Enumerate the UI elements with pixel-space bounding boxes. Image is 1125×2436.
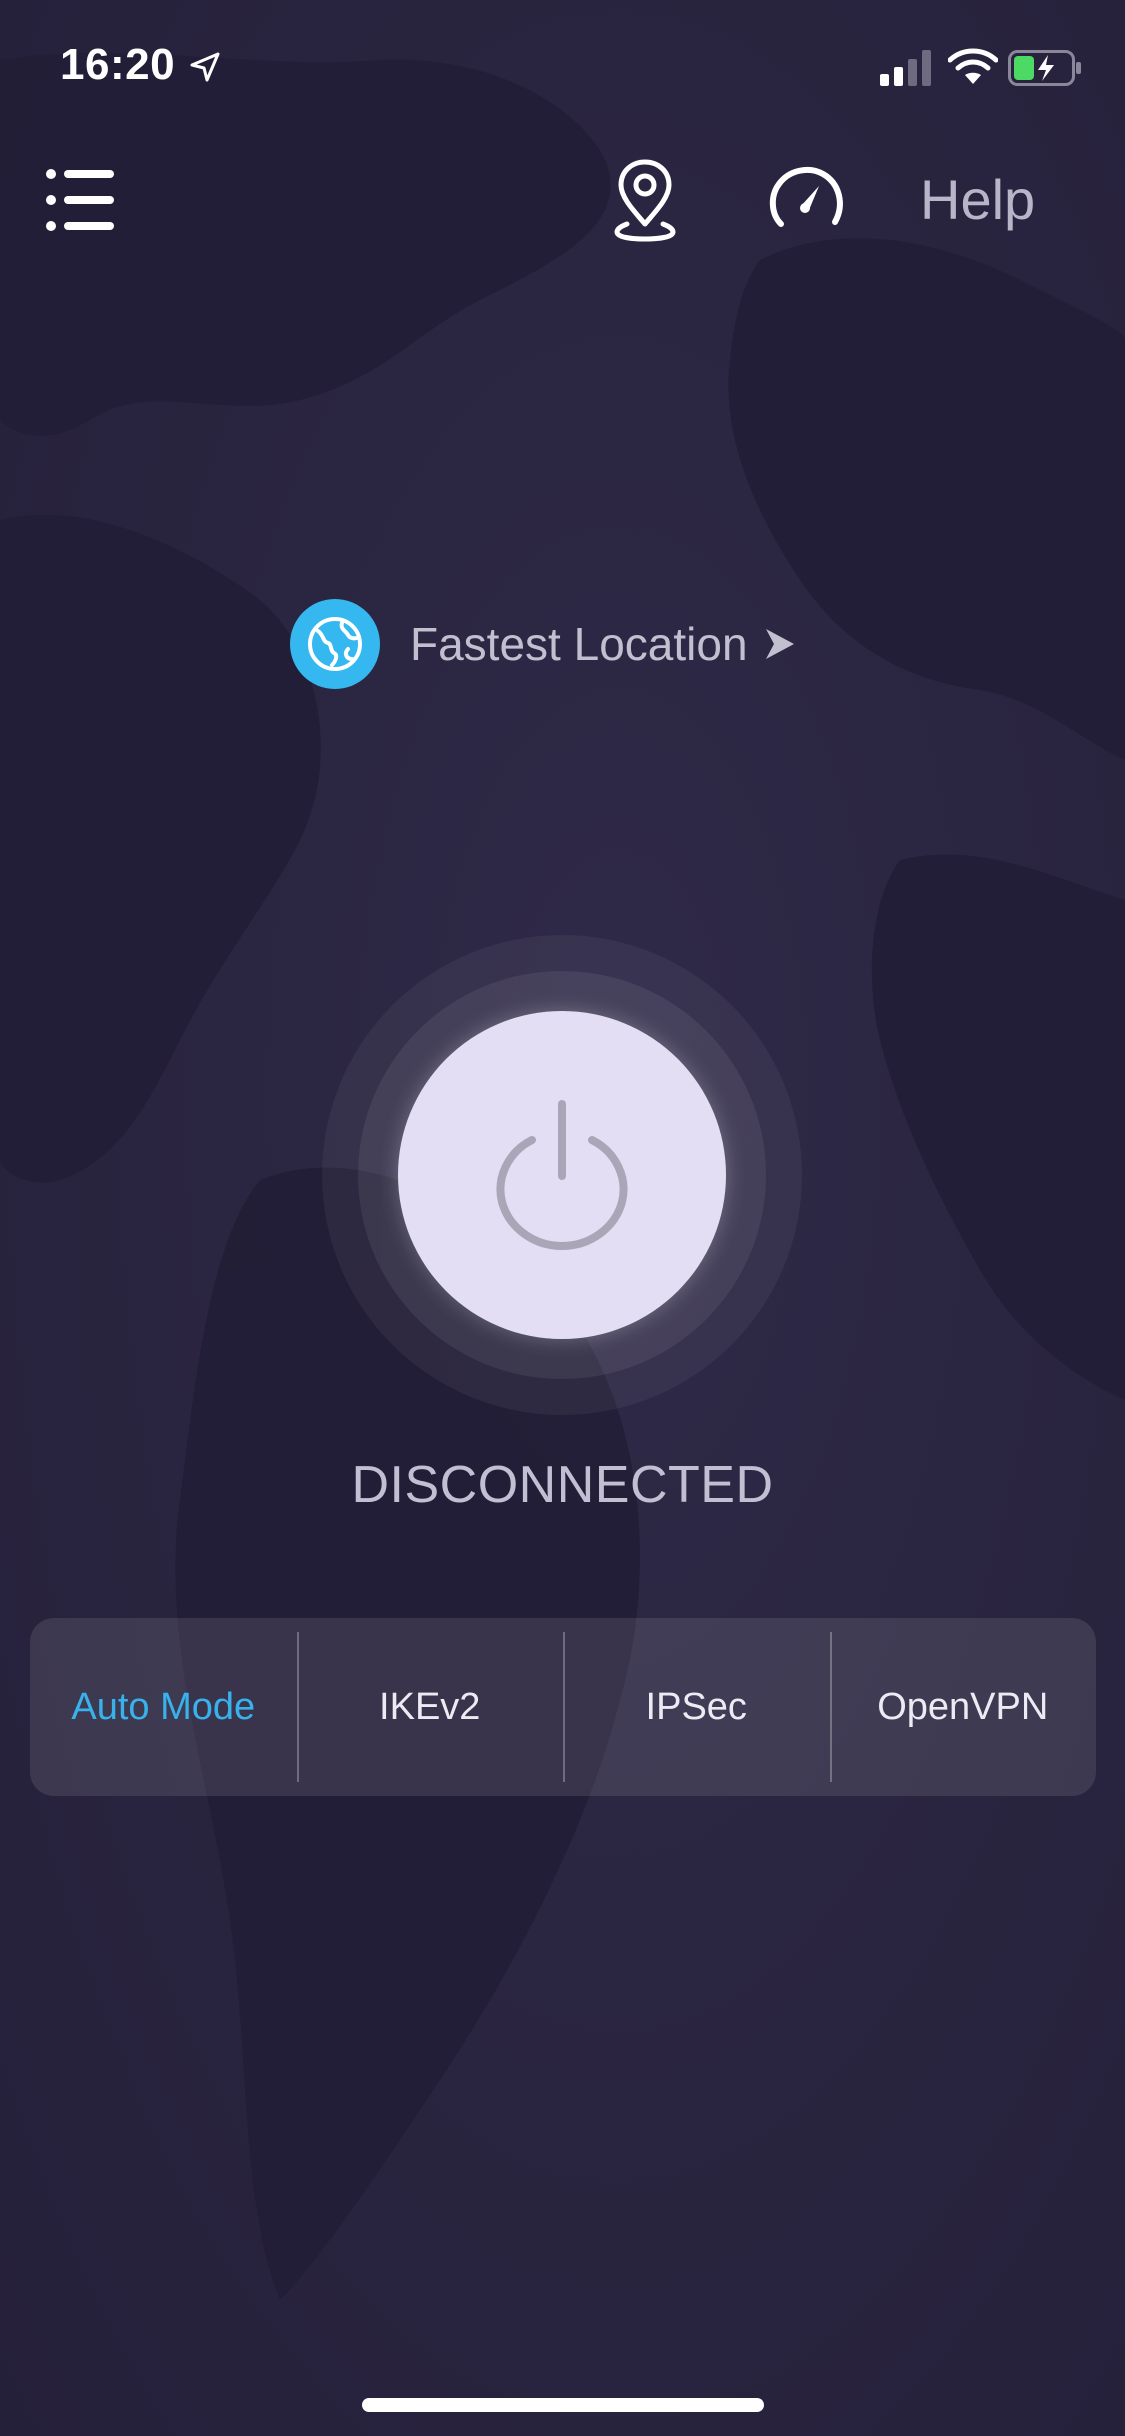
speed-test-button[interactable] <box>765 160 849 240</box>
connect-power-button[interactable] <box>398 1011 726 1339</box>
speedometer-icon <box>769 166 843 227</box>
protocol-option-openvpn[interactable]: OpenVPN <box>829 1618 1097 1796</box>
help-button[interactable]: Help <box>920 160 1035 240</box>
home-indicator[interactable] <box>362 2398 764 2412</box>
globe-icon <box>290 599 380 689</box>
wifi-icon <box>948 48 998 84</box>
location-pin-button[interactable] <box>605 158 685 242</box>
status-time: 16:20 <box>60 40 176 89</box>
protocol-option-ikev2[interactable]: IKEv2 <box>296 1618 564 1796</box>
protocol-option-ipsec[interactable]: IPSec <box>563 1618 830 1796</box>
vpn-home-screen: 16:20 Help Fastest Location DISCONNECTED… <box>0 0 1125 2436</box>
location-pin-icon <box>614 159 676 242</box>
status-bar: 16:20 <box>0 0 1125 140</box>
location-selector[interactable]: Fastest Location <box>290 598 796 690</box>
menu-icon <box>46 169 114 231</box>
protocol-option-auto-mode[interactable]: Auto Mode <box>30 1618 297 1796</box>
protocol-selector: Auto Mode IKEv2 IPSec OpenVPN <box>30 1618 1096 1796</box>
cellular-signal-icon <box>880 50 931 86</box>
power-icon <box>496 1100 628 1251</box>
connection-status: DISCONNECTED <box>351 1456 774 1514</box>
location-label: Fastest Location <box>410 618 748 670</box>
battery-icon <box>1008 50 1081 86</box>
chevron-right-icon <box>765 629 794 659</box>
menu-button[interactable] <box>40 160 124 240</box>
location-services-icon <box>190 52 220 82</box>
